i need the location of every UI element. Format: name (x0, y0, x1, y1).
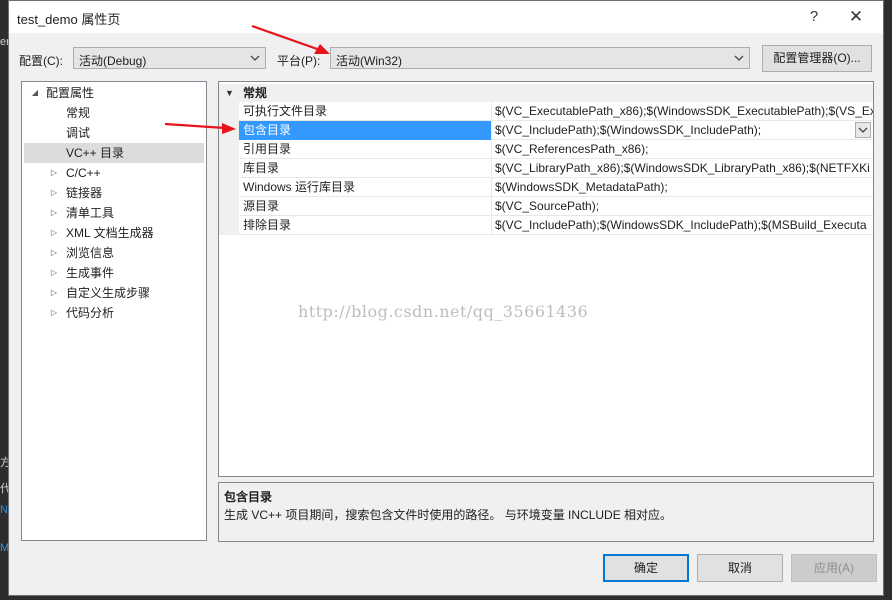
background-text: 代 (0, 483, 8, 495)
collapsed-triangle-icon[interactable]: ▷ (49, 283, 59, 303)
background-text: er (0, 36, 8, 48)
grid-category-general[interactable]: ▼ 常规 (219, 84, 873, 102)
grid-row-name: Windows 运行库目录 (239, 178, 492, 197)
tree-item-label: 常规 (66, 106, 91, 120)
row-gutter (219, 102, 239, 121)
row-gutter (219, 121, 239, 140)
grid-row-name: 引用目录 (239, 140, 492, 159)
grid-row-include-dirs[interactable]: 包含目录 $(VC_IncludePath);$(WindowsSDK_Incl… (219, 121, 873, 140)
watermark-text: http://blog.csdn.net/qq_35661436 (298, 302, 589, 321)
property-grid: ▼ 常规 可执行文件目录 $(VC_ExecutablePath_x86);$(… (218, 81, 874, 477)
window-title: test_demo 属性页 (17, 12, 121, 27)
background-text: M (0, 542, 8, 554)
tree-item-label: C/C++ (66, 166, 101, 180)
tree-item-label: 链接器 (66, 186, 103, 200)
chevron-down-icon (734, 55, 744, 61)
tree-item-label: 自定义生成步骤 (66, 286, 151, 300)
grid-row-value[interactable]: $(VC_LibraryPath_x86);$(WindowsSDK_Libra… (495, 159, 873, 178)
grid-row-value[interactable]: $(WindowsSDK_MetadataPath); (495, 178, 873, 197)
collapsed-triangle-icon[interactable]: ▷ (49, 243, 59, 263)
tree-item-xml-doc-generator[interactable]: ▷ XML 文档生成器 (22, 223, 206, 243)
config-value: 活动(Debug) (79, 54, 147, 68)
expanded-triangle-icon[interactable]: ▼ (225, 84, 234, 102)
tree-item-code-analysis[interactable]: ▷ 代码分析 (22, 303, 206, 323)
platform-label: 平台(P): (277, 54, 321, 68)
grid-row-value[interactable]: $(VC_SourcePath); (495, 197, 873, 216)
collapsed-triangle-icon[interactable]: ▷ (49, 183, 59, 203)
config-manager-button[interactable]: 配置管理器(O)... (762, 45, 872, 72)
grid-row-value[interactable]: $(VC_IncludePath);$(WindowsSDK_IncludePa… (495, 216, 873, 235)
tree-item-build-events[interactable]: ▷ 生成事件 (22, 263, 206, 283)
collapsed-triangle-icon[interactable]: ▷ (49, 203, 59, 223)
grid-row-value[interactable]: $(VC_ReferencesPath_x86); (495, 140, 873, 159)
close-button[interactable]: ✕ (841, 5, 871, 29)
tree-item-manifest-tool[interactable]: ▷ 清单工具 (22, 203, 206, 223)
tree-item-c-cpp[interactable]: ▷ C/C++ (22, 163, 206, 183)
tree-item-label: 代码分析 (66, 306, 115, 320)
row-gutter (219, 159, 239, 178)
description-title: 包含目录 (224, 490, 273, 504)
tree-item-debugging[interactable]: 调试 (22, 123, 206, 143)
collapsed-triangle-icon[interactable]: ▷ (49, 303, 59, 323)
grid-row-name: 库目录 (239, 159, 492, 178)
help-button[interactable]: ? (799, 5, 829, 29)
grid-row-name: 源目录 (239, 197, 492, 216)
description-panel: 包含目录 生成 VC++ 项目期间，搜索包含文件时使用的路径。 与环境变量 IN… (218, 482, 874, 542)
config-label: 配置(C): (19, 54, 63, 68)
value-dropdown-button[interactable] (855, 122, 871, 138)
row-gutter (219, 216, 239, 235)
property-pages-dialog: test_demo 属性页 ? ✕ 配置(C): 活动(Debug) 平台(P)… (8, 0, 884, 596)
tree-item-vc-directories[interactable]: VC++ 目录 (24, 143, 204, 163)
expanded-triangle-icon: ◢ (31, 88, 39, 97)
row-gutter (219, 197, 239, 216)
property-tree: ◢ 配置属性 常规 调试 VC++ 目录 ▷ C/C++ ▷ 链接器 ▷ 清单工… (21, 81, 207, 541)
grid-row-name: 可执行文件目录 (239, 102, 492, 121)
grid-row-windows-runtime-dirs[interactable]: Windows 运行库目录 $(WindowsSDK_MetadataPath)… (219, 178, 873, 197)
tree-item-label: 调试 (66, 126, 91, 140)
grid-row-library-dirs[interactable]: 库目录 $(VC_LibraryPath_x86);$(WindowsSDK_L… (219, 159, 873, 178)
chevron-down-icon (250, 55, 260, 61)
description-text: 生成 VC++ 项目期间，搜索包含文件时使用的路径。 与环境变量 INCLUDE… (224, 508, 673, 522)
background-ide-right (884, 0, 892, 600)
tree-item-label: XML 文档生成器 (66, 226, 154, 240)
platform-combo[interactable]: 活动(Win32) (330, 47, 750, 69)
background-text: 方 (0, 457, 8, 469)
row-gutter (219, 140, 239, 159)
grid-row-reference-dirs[interactable]: 引用目录 $(VC_ReferencesPath_x86); (219, 140, 873, 159)
row-gutter (219, 178, 239, 197)
tree-item-label: 浏览信息 (66, 246, 115, 260)
tree-item-custom-build-step[interactable]: ▷ 自定义生成步骤 (22, 283, 206, 303)
ok-button[interactable]: 确定 (603, 554, 689, 582)
tree-item-label: 配置属性 (46, 86, 95, 100)
grid-row-name: 排除目录 (239, 216, 492, 235)
grid-row-source-dirs[interactable]: 源目录 $(VC_SourcePath); (219, 197, 873, 216)
tree-item-linker[interactable]: ▷ 链接器 (22, 183, 206, 203)
collapsed-triangle-icon[interactable]: ▷ (49, 263, 59, 283)
tree-item-general[interactable]: 常规 (22, 103, 206, 123)
grid-row-value[interactable]: $(VC_ExecutablePath_x86);$(WindowsSDK_Ex… (495, 102, 873, 121)
title-bar: test_demo 属性页 ? ✕ (9, 1, 883, 33)
grid-row-exclude-dirs[interactable]: 排除目录 $(VC_IncludePath);$(WindowsSDK_Incl… (219, 216, 873, 235)
grid-row-value[interactable]: $(VC_IncludePath);$(WindowsSDK_IncludePa… (495, 121, 851, 140)
collapsed-triangle-icon[interactable]: ▷ (49, 223, 59, 243)
grid-row-name: 包含目录 (239, 121, 492, 140)
cancel-button[interactable]: 取消 (697, 554, 783, 582)
chevron-down-icon (858, 127, 868, 133)
platform-value: 活动(Win32) (336, 54, 403, 68)
config-combo[interactable]: 活动(Debug) (73, 47, 266, 69)
collapsed-triangle-icon[interactable]: ▷ (49, 163, 59, 183)
tree-item-label: 生成事件 (66, 266, 115, 280)
tree-item-label: VC++ 目录 (66, 146, 125, 160)
tree-item-config-properties[interactable]: ◢ 配置属性 (22, 83, 206, 103)
tree-item-label: 清单工具 (66, 206, 115, 220)
background-text: N (0, 504, 8, 516)
tree-item-browse-info[interactable]: ▷ 浏览信息 (22, 243, 206, 263)
grid-category-label: 常规 (243, 86, 268, 100)
grid-row-executable-dirs[interactable]: 可执行文件目录 $(VC_ExecutablePath_x86);$(Windo… (219, 102, 873, 121)
apply-button[interactable]: 应用(A) (791, 554, 877, 582)
